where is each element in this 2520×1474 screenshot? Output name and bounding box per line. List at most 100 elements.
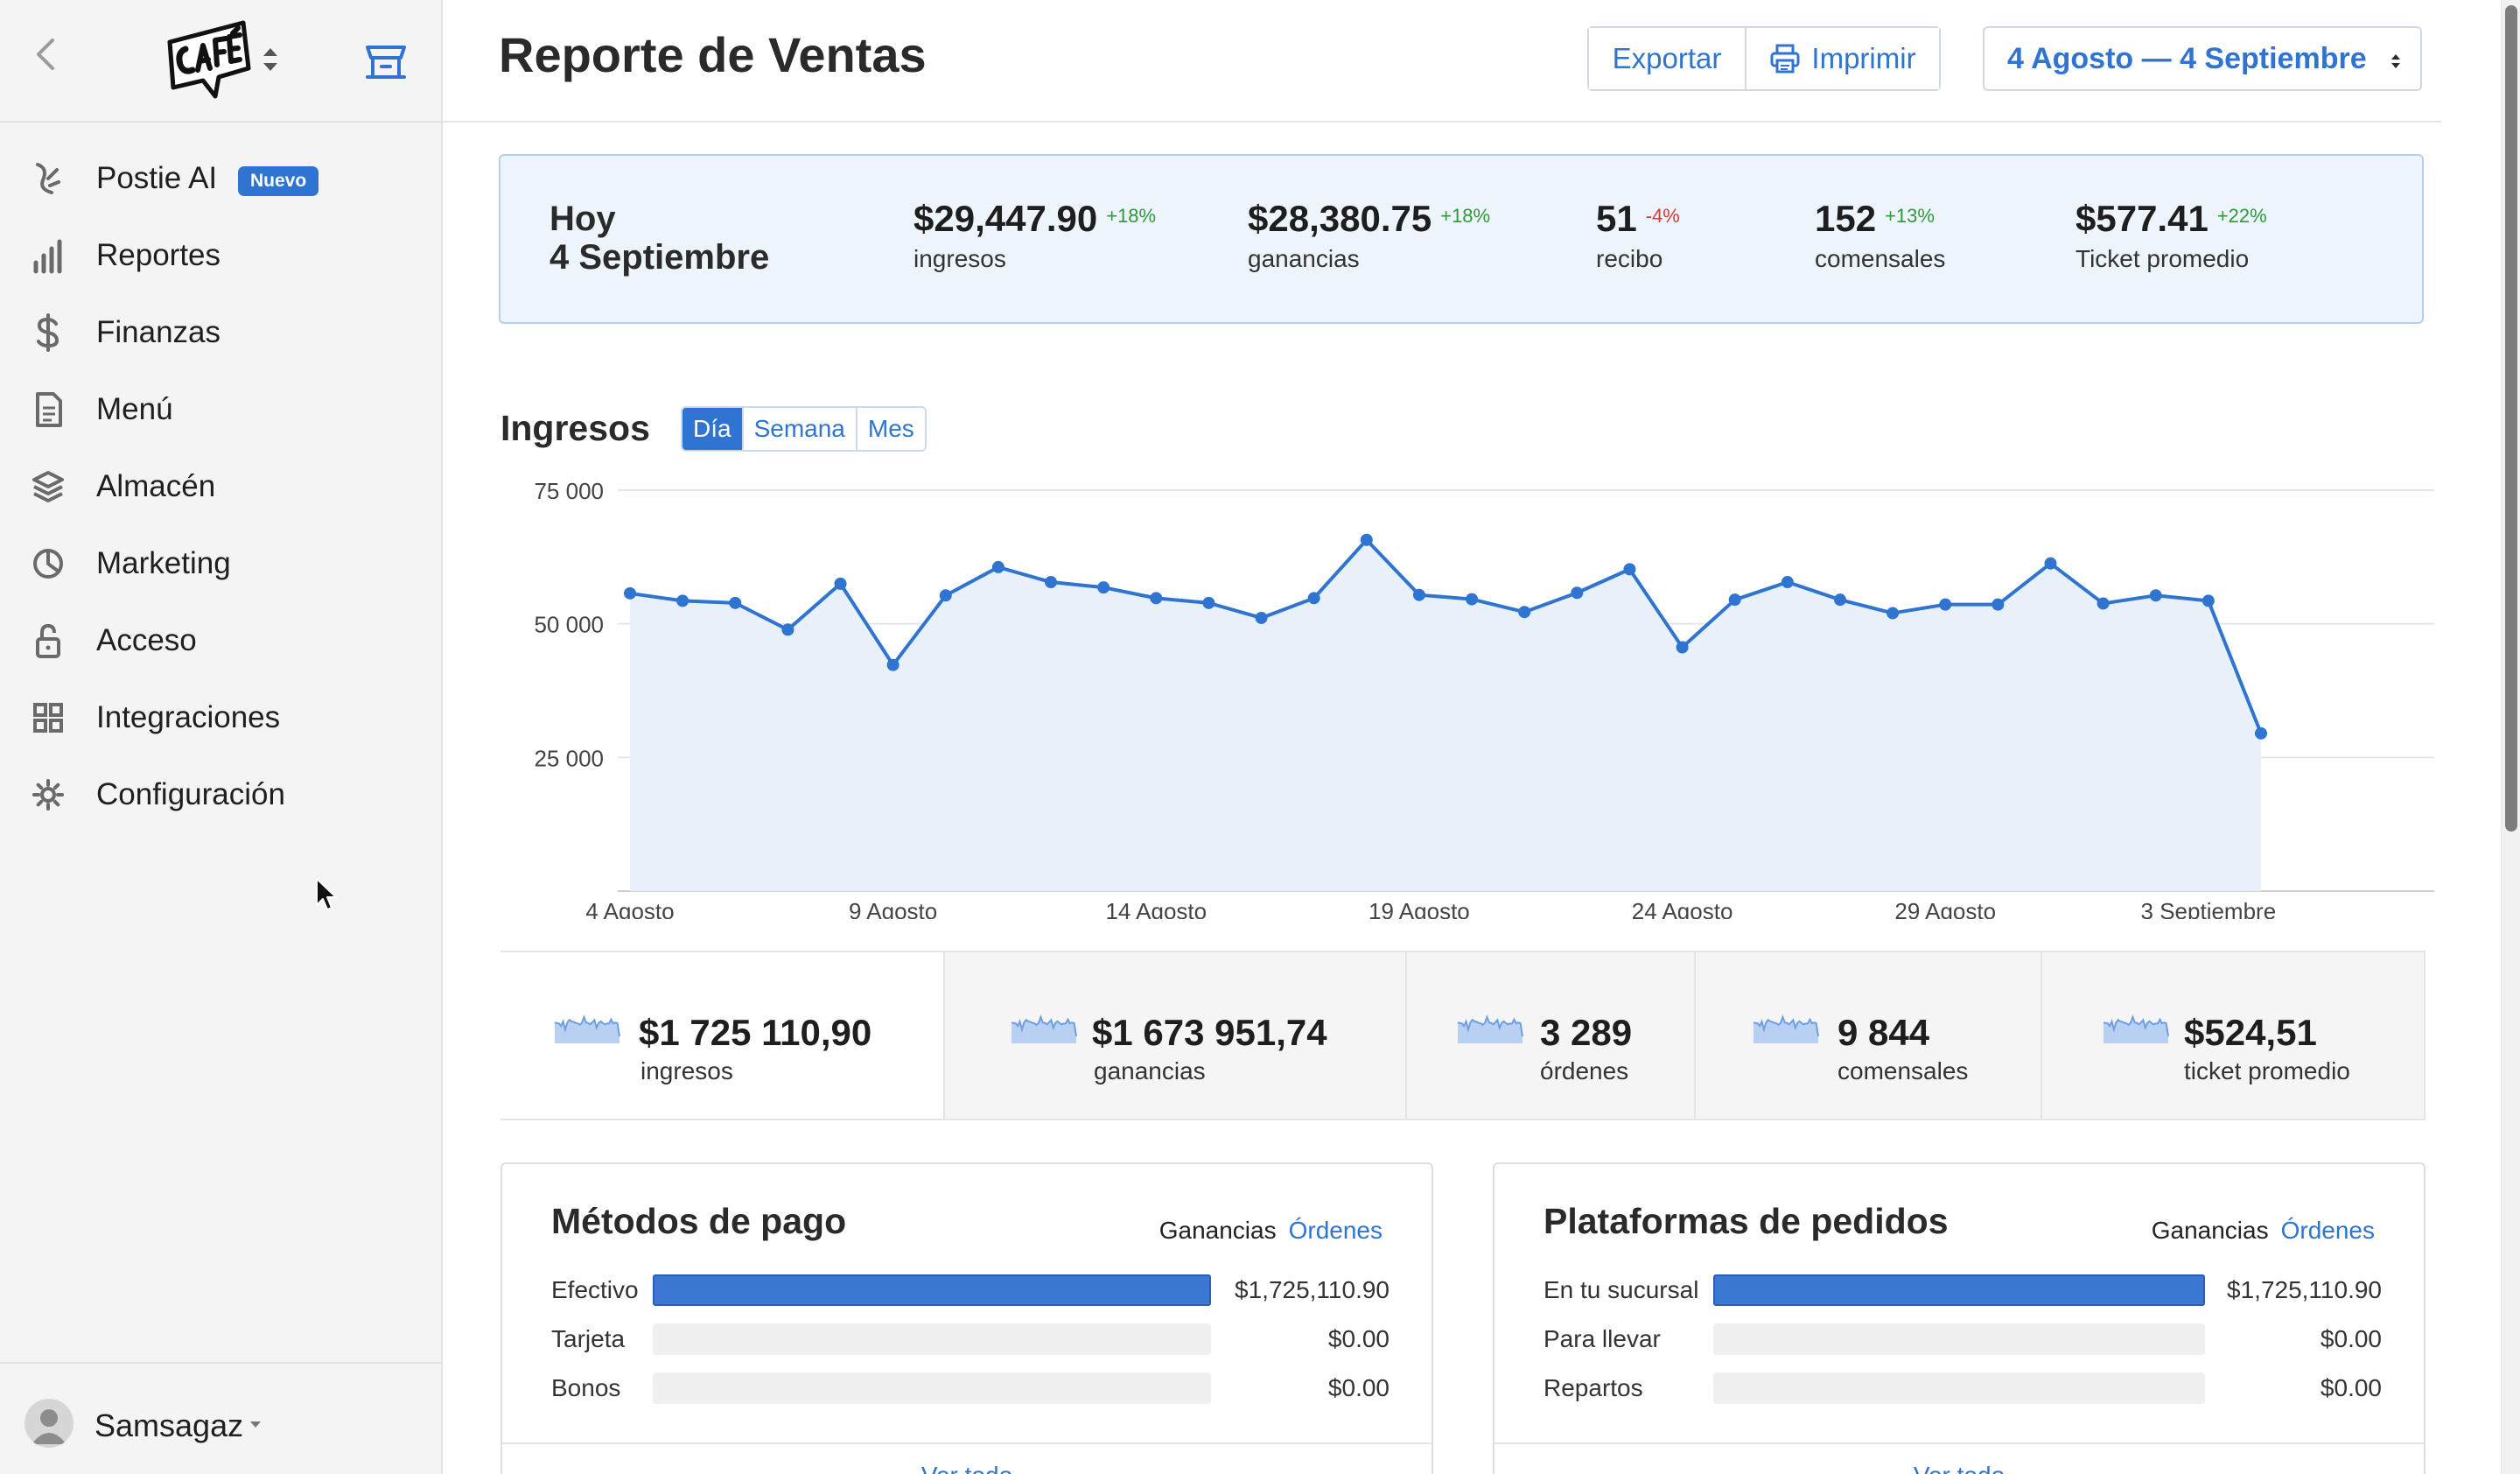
sidebar-item-finanzas[interactable]: Finanzas <box>0 294 441 371</box>
see-all-link[interactable]: Ver todo <box>502 1462 1432 1474</box>
summary-value: $1 673 951,74 <box>1092 1012 1327 1053</box>
sidebar: Postie AI Nuevo Reportes Finanzas Menú A… <box>0 0 443 1474</box>
cafe-logo[interactable] <box>163 16 254 103</box>
summary-label: ganancias <box>1094 1057 1206 1084</box>
sidebar-item-configuracion[interactable]: Configuración <box>0 756 441 833</box>
summary-ticket-promedio[interactable]: $524,51 ticket promedio <box>2040 952 2426 1119</box>
sparkline-icon <box>554 1014 620 1043</box>
data-point <box>1466 593 1479 606</box>
today-summary: Hoy 4 Septiembre $29,447.90 +18% ingresos… <box>499 154 2424 324</box>
back-button[interactable] <box>26 35 65 74</box>
see-all-link[interactable]: Ver todo <box>1494 1462 2424 1474</box>
summary-label: comensales <box>1838 1057 1969 1084</box>
page-header: Reporte de Ventas Exportar Imprimir 4 Ag… <box>443 0 2441 123</box>
data-point <box>624 586 636 600</box>
dollar-icon <box>30 313 66 352</box>
summary-comensales[interactable]: 9 844 comensales <box>1694 952 2040 1119</box>
bar-label: En tu sucursal <box>1544 1276 1699 1303</box>
x-tick-label: 19 Agosto <box>1368 898 1470 919</box>
data-point <box>781 623 794 636</box>
sidebar-nav: Postie AI Nuevo Reportes Finanzas Menú A… <box>0 140 441 833</box>
data-point <box>1623 563 1636 576</box>
kpi-delta: +18% <box>1440 205 1491 227</box>
kpi-label: comensales <box>1815 245 1946 272</box>
summary-label: ticket promedio <box>2184 1057 2350 1084</box>
data-point <box>1886 607 1900 620</box>
data-point <box>1255 611 1268 624</box>
data-point <box>939 589 952 602</box>
period-day[interactable]: Día <box>682 408 744 450</box>
sidebar-item-reportes[interactable]: Reportes <box>0 217 441 294</box>
y-tick-label: 25 000 <box>534 745 604 771</box>
y-tick-label: 75 000 <box>534 478 604 504</box>
sidebar-item-label: Menú <box>96 392 173 426</box>
scrollbar-thumb[interactable] <box>2505 5 2517 832</box>
export-button[interactable]: Exportar <box>1589 28 1746 89</box>
sidebar-item-marketing[interactable]: Marketing <box>0 525 441 602</box>
new-badge: Nuevo <box>238 166 319 196</box>
switch-arrows-icon[interactable] <box>259 44 282 75</box>
kpi-value: $577.41 <box>2076 198 2208 239</box>
sidebar-item-acceso[interactable]: Acceso <box>0 602 441 679</box>
scrollbar[interactable] <box>2501 0 2520 1474</box>
print-button[interactable]: Imprimir <box>1746 28 1939 89</box>
chevron-left-icon <box>37 39 54 70</box>
x-tick-label: 4 Agosto <box>585 898 674 919</box>
summary-ganancias[interactable]: $1 673 951,74 ganancias <box>943 952 1405 1119</box>
x-tick-label: 29 Agosto <box>1894 898 1996 919</box>
store-icon[interactable] <box>362 39 410 82</box>
sidebar-item-label: Acceso <box>96 623 197 657</box>
card-title: Plataformas de pedidos <box>1544 1201 1949 1241</box>
period-month[interactable]: Mes <box>857 408 925 450</box>
sidebar-item-label: Configuración <box>96 777 285 811</box>
bar-track <box>1713 1274 2205 1306</box>
data-point <box>1202 596 1215 609</box>
bar-fill <box>653 1274 1211 1306</box>
page-title: Reporte de Ventas <box>499 27 927 82</box>
kpi-value: $28,380.75 <box>1248 198 1432 239</box>
pie-icon <box>30 544 66 583</box>
x-tick-label: 3 Septiembre <box>2141 898 2277 919</box>
sidebar-item-label: Finanzas <box>96 315 221 349</box>
date-range-picker[interactable]: 4 Agosto — 4 Septiembre <box>1983 26 2422 91</box>
kpi-recibo: 51 -4% recibo <box>1596 198 1680 273</box>
data-point <box>1045 576 1058 589</box>
bar-track <box>653 1372 1211 1404</box>
bar-track <box>1713 1372 2205 1404</box>
kpi-delta: -4% <box>1645 205 1680 227</box>
summary-value: $524,51 <box>2184 1012 2317 1053</box>
toggle-ganancias[interactable]: Ganancias <box>1159 1217 1277 1244</box>
kpi-value: 51 <box>1596 198 1637 239</box>
user-menu[interactable]: Samsagaz <box>0 1362 441 1474</box>
bar-label: Bonos <box>551 1374 621 1401</box>
sparkline-icon <box>2103 1014 2169 1043</box>
bar-row: Repartos $0.00 <box>1544 1371 2382 1406</box>
kpi-delta: +18% <box>1106 205 1157 227</box>
sidebar-item-menu[interactable]: Menú <box>0 371 441 448</box>
summary-ingresos[interactable]: $1 725 110,90 ingresos <box>500 952 943 1119</box>
sidebar-item-label: Almacén <box>96 469 216 503</box>
bar-fill <box>1713 1274 2205 1306</box>
sidebar-item-almacen[interactable]: Almacén <box>0 448 441 525</box>
toggle-ganancias[interactable]: Ganancias <box>2152 1217 2269 1244</box>
order-platforms-card: Plataformas de pedidos Ganancias Órdenes … <box>1493 1162 2426 1474</box>
data-point <box>729 596 742 609</box>
metric-toggle: Ganancias Órdenes <box>1159 1217 1382 1245</box>
data-point <box>2096 597 2110 610</box>
data-point <box>1307 592 1320 605</box>
data-point <box>676 594 690 607</box>
period-week[interactable]: Semana <box>743 408 858 450</box>
summary-ordenes[interactable]: 3 289 órdenes <box>1405 952 1694 1119</box>
sidebar-item-integraciones[interactable]: Integraciones <box>0 679 441 756</box>
bar-label: Repartos <box>1544 1374 1643 1401</box>
bar-value: $0.00 <box>1327 1374 1390 1401</box>
metric-toggle: Ganancias Órdenes <box>2152 1217 2375 1245</box>
sidebar-header <box>0 0 441 123</box>
toggle-ordenes[interactable]: Órdenes <box>1289 1217 1382 1244</box>
toggle-ordenes[interactable]: Órdenes <box>2281 1217 2375 1244</box>
card-divider <box>502 1442 1432 1444</box>
bar-row: Tarjeta $0.00 <box>551 1322 1390 1357</box>
sidebar-item-label: Integraciones <box>96 700 281 734</box>
kpi-delta: +22% <box>2216 205 2267 227</box>
sidebar-item-postie-ai[interactable]: Postie AI Nuevo <box>0 140 441 217</box>
